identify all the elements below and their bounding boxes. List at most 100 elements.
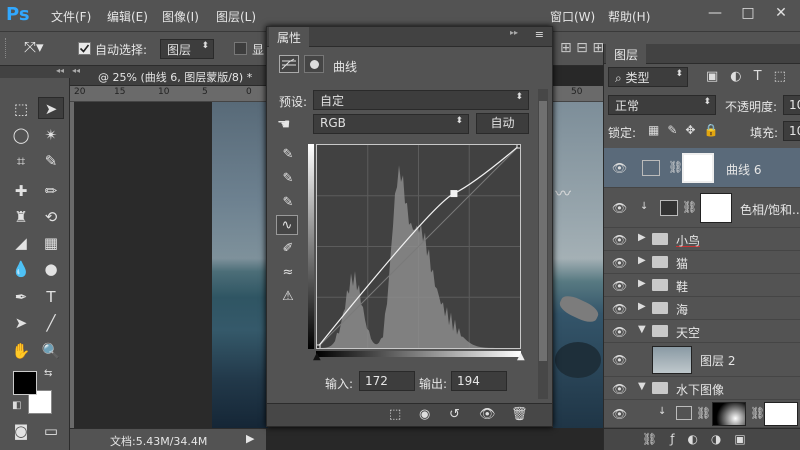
- expand-arrow-icon[interactable]: ▶: [638, 278, 646, 289]
- visibility-eye-icon[interactable]: 👁: [612, 353, 627, 367]
- toolbar-collapse-icon[interactable]: ◂◂: [0, 66, 70, 78]
- auto-select-checkbox[interactable]: [78, 42, 91, 55]
- smooth-curve-icon[interactable]: ≈: [277, 263, 299, 283]
- foreground-color-swatch[interactable]: [13, 371, 37, 395]
- visibility-eye-icon[interactable]: 👁: [612, 382, 627, 396]
- collapse-arrow-icon[interactable]: ▼: [638, 324, 646, 335]
- expand-arrow-icon[interactable]: ▶: [638, 232, 646, 243]
- targeted-adjustment-icon[interactable]: ☚: [277, 115, 290, 133]
- default-colors-icon[interactable]: ◧: [12, 400, 21, 411]
- menu-window[interactable]: 窗口(W): [550, 8, 595, 25]
- move-tool-icon[interactable]: ⤧▾: [24, 38, 44, 56]
- layer-row[interactable]: 👁 ⛓ 曲线 6: [604, 148, 800, 188]
- black-point-slider-icon[interactable]: ▲: [313, 351, 321, 362]
- visibility-eye-icon[interactable]: 👁: [612, 325, 627, 339]
- menu-help[interactable]: 帮助(H): [608, 8, 650, 25]
- layer-row[interactable]: 👁 ▼ 天空: [604, 320, 800, 343]
- history-brush-icon[interactable]: ⟲: [38, 206, 64, 228]
- reset-icon[interactable]: ↺: [449, 407, 460, 422]
- menu-edit[interactable]: 编辑(E): [107, 8, 148, 25]
- move-tool-icon[interactable]: ➤: [38, 97, 64, 119]
- menu-file[interactable]: 文件(F): [51, 8, 91, 25]
- mask-icon[interactable]: [304, 55, 324, 73]
- restore-button[interactable]: □: [737, 2, 759, 24]
- layer-mask-thumbnail[interactable]: [712, 402, 746, 426]
- layer-filter-icons[interactable]: ▣◐T⬚: [706, 69, 798, 84]
- layer-mask-thumbnail[interactable]: [764, 402, 798, 426]
- visibility-eye-icon[interactable]: 👁: [612, 407, 627, 421]
- visibility-eye-icon[interactable]: 👁: [612, 256, 627, 270]
- draw-curve-pencil-icon[interactable]: ✐: [277, 239, 299, 259]
- visibility-eye-icon[interactable]: 👁: [612, 161, 627, 175]
- layer-row[interactable]: 👁 ▼ 水下图像: [604, 377, 800, 400]
- properties-scrollbar[interactable]: [538, 89, 548, 399]
- dodge-tool-icon[interactable]: ●: [38, 258, 64, 280]
- eraser-tool-icon[interactable]: ◢: [8, 232, 34, 254]
- collapse-arrow-icon[interactable]: ▼: [638, 381, 646, 392]
- menu-layer[interactable]: 图层(L): [216, 8, 256, 25]
- auto-button[interactable]: 自动: [476, 113, 529, 134]
- path-select-icon[interactable]: ➤: [8, 312, 34, 334]
- pen-tool-icon[interactable]: ✒: [8, 286, 34, 308]
- crop-tool-icon[interactable]: ⌗: [8, 150, 34, 172]
- healing-brush-icon[interactable]: ✚: [8, 180, 34, 202]
- clipping-warning-icon[interactable]: ⚠: [277, 287, 299, 307]
- expand-arrow-icon[interactable]: ▶: [638, 301, 646, 312]
- layer-row[interactable]: 👁 ▶ 小鸟: [604, 228, 800, 251]
- clone-stamp-icon[interactable]: ♜: [8, 206, 34, 228]
- line-tool-icon[interactable]: ╱: [38, 312, 64, 334]
- hand-tool-icon[interactable]: ✋: [8, 340, 34, 362]
- delete-icon[interactable]: 🗑: [511, 407, 528, 422]
- panel-collapse-icon[interactable]: ◂◂: [72, 66, 80, 75]
- curves-graph[interactable]: [313, 141, 524, 352]
- layer-row[interactable]: 👁 ↓ ⛓ ⛓: [604, 400, 800, 428]
- brush-tool-icon[interactable]: ✏: [38, 180, 64, 202]
- layer-row[interactable]: 👁 图层 2: [604, 343, 800, 377]
- layer-thumbnail[interactable]: [652, 346, 692, 374]
- canvas-image[interactable]: [212, 102, 268, 428]
- layers-tab[interactable]: 图层: [606, 44, 647, 65]
- input-value-field[interactable]: 172: [359, 371, 415, 391]
- align-icons[interactable]: ⊞ ⊟ ⊞: [560, 40, 604, 56]
- visibility-eye-icon[interactable]: 👁: [612, 302, 627, 316]
- type-tool-icon[interactable]: T: [38, 286, 64, 308]
- layer-filter-dropdown[interactable]: ⌕ 类型 ⬍: [608, 67, 688, 87]
- white-point-slider-icon[interactable]: ▲: [517, 351, 525, 362]
- output-value-field[interactable]: 194: [451, 371, 507, 391]
- layer-mask-thumbnail[interactable]: [700, 193, 732, 223]
- blend-mode-dropdown[interactable]: 正常 ⬍: [608, 95, 716, 115]
- layer-row[interactable]: 👁 ▶ 鞋: [604, 274, 800, 297]
- properties-tab[interactable]: 属性: [269, 27, 310, 48]
- visibility-eye-icon[interactable]: 👁: [479, 407, 496, 422]
- visibility-eye-icon[interactable]: 👁: [612, 279, 627, 293]
- channel-dropdown[interactable]: RGB ⬍: [313, 114, 469, 134]
- fill-field[interactable]: 100: [783, 121, 800, 141]
- magic-wand-icon[interactable]: ✴: [38, 124, 64, 146]
- status-menu-arrow-icon[interactable]: ▶: [246, 432, 254, 445]
- panel-collapse-icon[interactable]: ▸▸: [510, 28, 518, 37]
- minimize-button[interactable]: —: [704, 2, 726, 24]
- layer-footer-icons[interactable]: ⛓ƒ◐◑▣: [642, 432, 759, 446]
- clip-to-layer-icon[interactable]: ⬚: [389, 407, 401, 422]
- quick-mask-icon[interactable]: ◙: [8, 420, 34, 442]
- visibility-eye-icon[interactable]: 👁: [612, 233, 627, 247]
- menu-image[interactable]: 图像(I): [162, 8, 199, 25]
- layer-row[interactable]: 👁 ↓ ⛓ 色相/饱和...: [604, 188, 800, 228]
- lasso-tool-icon[interactable]: ◯: [8, 124, 34, 146]
- canvas-image-right[interactable]: 〰: [553, 102, 603, 428]
- view-previous-state-icon[interactable]: ◉: [419, 407, 430, 422]
- curves-adjustment-icon[interactable]: [279, 55, 299, 73]
- visibility-eye-icon[interactable]: 👁: [612, 201, 627, 215]
- sample-midtones-eyedropper-icon[interactable]: ✎: [277, 169, 299, 189]
- zoom-tool-icon[interactable]: 🔍: [38, 340, 64, 362]
- eyedropper-tool-icon[interactable]: ✎: [38, 150, 64, 172]
- lock-icons[interactable]: ▦✎✥🔒: [648, 123, 726, 137]
- layer-row[interactable]: 👁 ▶ 猫: [604, 251, 800, 274]
- panel-menu-icon[interactable]: ≡: [535, 28, 544, 41]
- auto-select-dropdown[interactable]: 图层 ⬍: [160, 39, 214, 59]
- layer-row[interactable]: 👁 ▶ 海: [604, 297, 800, 320]
- preset-dropdown[interactable]: 自定 ⬍: [313, 90, 529, 110]
- document-tab[interactable]: @ 25% (曲线 6, 图层蒙版/8) * ◂◂: [70, 66, 266, 86]
- screen-mode-icon[interactable]: ▭: [38, 420, 64, 442]
- edit-points-curve-icon[interactable]: ∿: [276, 215, 298, 235]
